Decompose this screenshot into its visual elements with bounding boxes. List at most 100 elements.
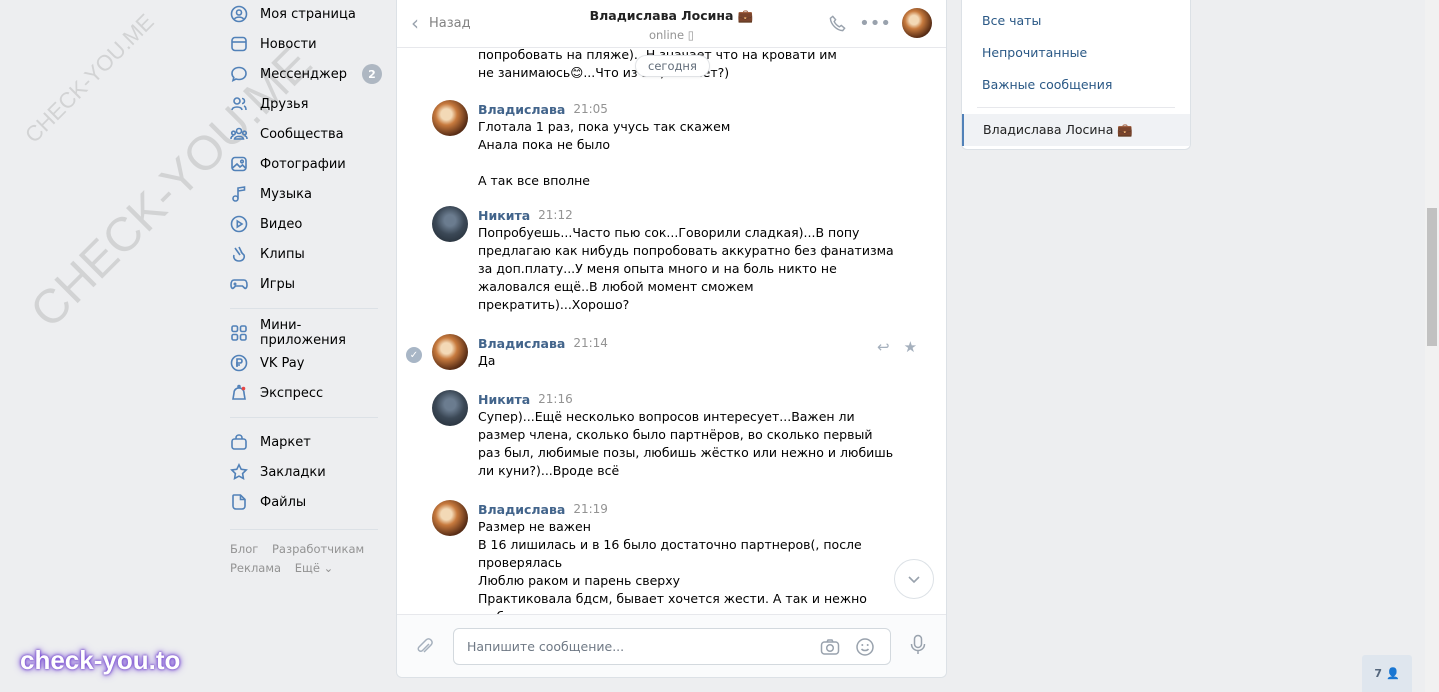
nav-label: Фотографии xyxy=(260,156,346,172)
microphone-icon[interactable] xyxy=(908,634,928,661)
nav-divider xyxy=(230,529,378,530)
nav-label: Музыка xyxy=(260,186,312,202)
header-actions: ••• xyxy=(810,8,932,38)
active-chat-item[interactable]: Владислава Лосина 💼 xyxy=(962,114,1190,146)
nav-label: Видео xyxy=(260,216,303,232)
person-icon: 👤 xyxy=(1385,667,1400,680)
message-author[interactable]: Владислава xyxy=(478,502,565,517)
avatar[interactable] xyxy=(432,334,468,370)
message-time: 21:16 xyxy=(538,392,573,406)
nav-divider xyxy=(230,417,378,418)
brand-watermark: check-you.to xyxy=(20,645,181,675)
emoji-icon[interactable] xyxy=(855,637,875,662)
nav-label: Клипы xyxy=(260,246,305,262)
nav-label: VK Pay xyxy=(260,355,305,371)
online-friends-button[interactable]: 7 👤 xyxy=(1362,655,1412,692)
date-separator: сегодня xyxy=(635,55,710,77)
nav-messenger[interactable]: Мессенджер 2 xyxy=(230,59,382,89)
nav-news[interactable]: Новости xyxy=(230,29,380,59)
message-input[interactable]: Напишите сообщение... xyxy=(453,628,891,665)
watermark-small: CHECK-YOU.ME xyxy=(20,8,159,148)
nav-label: Новости xyxy=(260,36,317,52)
message-input-placeholder: Напишите сообщение... xyxy=(467,639,625,654)
chat-filters-panel: Все чаты Непрочитанные Важные сообщения … xyxy=(961,0,1191,150)
nav-label: Игры xyxy=(260,276,296,292)
message[interactable]: Никита 21:12 Попробуешь...Часто пью сок..… xyxy=(432,206,912,314)
messenger-icon xyxy=(230,65,248,83)
message-text: Размер не важен В 16 лишилась и в 16 был… xyxy=(478,519,867,614)
message-author[interactable]: Владислава xyxy=(478,102,565,117)
message-time: 21:19 xyxy=(573,502,608,516)
chevron-down-icon xyxy=(908,576,920,584)
nav-clips[interactable]: Клипы xyxy=(230,239,380,269)
footer-link-developers[interactable]: Разработчикам xyxy=(272,542,364,556)
friends-icon xyxy=(230,95,248,113)
filter-unread[interactable]: Непрочитанные xyxy=(962,37,1190,69)
nav-market[interactable]: Маркет xyxy=(230,427,380,457)
avatar[interactable] xyxy=(432,206,468,242)
mini-apps-icon xyxy=(230,324,248,342)
message[interactable]: Никита 21:16 Супер)...Ещё несколько вопро… xyxy=(432,390,912,480)
message-history[interactable]: попробовать на пляже)...Н значает что на… xyxy=(397,48,946,614)
nav-label: Закладки xyxy=(260,464,326,480)
message-text: Глотала 1 раз, пока учусь так скажем Ана… xyxy=(478,119,731,188)
nav-mini-apps[interactable]: Мини-приложения xyxy=(230,318,380,348)
message-text: Да xyxy=(478,353,496,368)
nav-vkpay[interactable]: VK Pay xyxy=(230,348,380,378)
express-icon xyxy=(230,384,248,402)
panel-divider xyxy=(977,107,1175,108)
nav-music[interactable]: Музыка xyxy=(230,179,380,209)
nav-photos[interactable]: Фотографии xyxy=(230,149,380,179)
chat-header: ‹ Назад Владислава Лосина 💼 online ▯ ••• xyxy=(397,0,946,48)
attach-icon[interactable] xyxy=(415,637,435,662)
nav-my-page[interactable]: Моя страница xyxy=(230,0,380,29)
video-icon xyxy=(230,215,248,233)
nav-files[interactable]: Файлы xyxy=(230,487,380,517)
nav-friends[interactable]: Друзья xyxy=(230,89,380,119)
message[interactable]: Владислава 21:14 Да xyxy=(432,334,912,370)
nav-communities[interactable]: Сообщества xyxy=(230,119,380,149)
peer-avatar[interactable] xyxy=(902,8,932,38)
music-icon xyxy=(230,185,248,203)
footer-link-ads[interactable]: Реклама xyxy=(230,561,281,575)
message[interactable]: Владислава 21:05 Глотала 1 раз, пока учус… xyxy=(432,100,912,190)
scrollbar-thumb[interactable] xyxy=(1427,208,1437,346)
message-time: 21:12 xyxy=(538,208,573,222)
camera-icon[interactable] xyxy=(820,638,840,660)
message-author[interactable]: Никита xyxy=(478,392,530,407)
nav-footer: Блог Разработчикам Реклама Ещё ⌄ xyxy=(230,540,380,578)
footer-link-blog[interactable]: Блог xyxy=(230,542,258,556)
nav-label: Моя страница xyxy=(260,6,356,22)
bookmarks-icon xyxy=(230,463,248,481)
nav-label: Маркет xyxy=(260,434,311,450)
news-icon xyxy=(230,35,248,53)
avatar[interactable] xyxy=(432,390,468,426)
filter-all-chats[interactable]: Все чаты xyxy=(962,5,1190,37)
nav-label: Мессенджер xyxy=(260,66,347,82)
nav-bookmarks[interactable]: Закладки xyxy=(230,457,380,487)
nav-express[interactable]: Экспресс xyxy=(230,378,380,408)
nav-games[interactable]: Игры xyxy=(230,269,380,299)
message-actions: ↩ ★ xyxy=(863,338,917,356)
vkpay-icon xyxy=(230,354,248,372)
footer-link-more[interactable]: Ещё ⌄ xyxy=(295,561,333,575)
check-icon[interactable]: ✓ xyxy=(406,347,422,363)
star-icon[interactable]: ★ xyxy=(904,338,917,356)
nav-label: Файлы xyxy=(260,494,307,510)
scroll-down-button[interactable] xyxy=(894,559,934,599)
more-icon[interactable]: ••• xyxy=(859,12,891,34)
online-count: 7 xyxy=(1374,667,1382,680)
nav-video[interactable]: Видео xyxy=(230,209,380,239)
avatar[interactable] xyxy=(432,100,468,136)
filter-important[interactable]: Важные сообщения xyxy=(962,69,1190,101)
page-scrollbar[interactable] xyxy=(1425,0,1439,692)
message-author[interactable]: Владислава xyxy=(478,336,565,351)
message-time: 21:14 xyxy=(573,336,608,350)
communities-icon xyxy=(230,125,248,143)
message-author[interactable]: Никита xyxy=(478,208,530,223)
reply-icon[interactable]: ↩ xyxy=(877,338,890,356)
unread-badge: 2 xyxy=(362,64,382,84)
avatar[interactable] xyxy=(432,500,468,536)
phone-icon[interactable] xyxy=(826,12,848,34)
message[interactable]: Владислава 21:19 Размер не важен В 16 лиш… xyxy=(432,500,912,614)
